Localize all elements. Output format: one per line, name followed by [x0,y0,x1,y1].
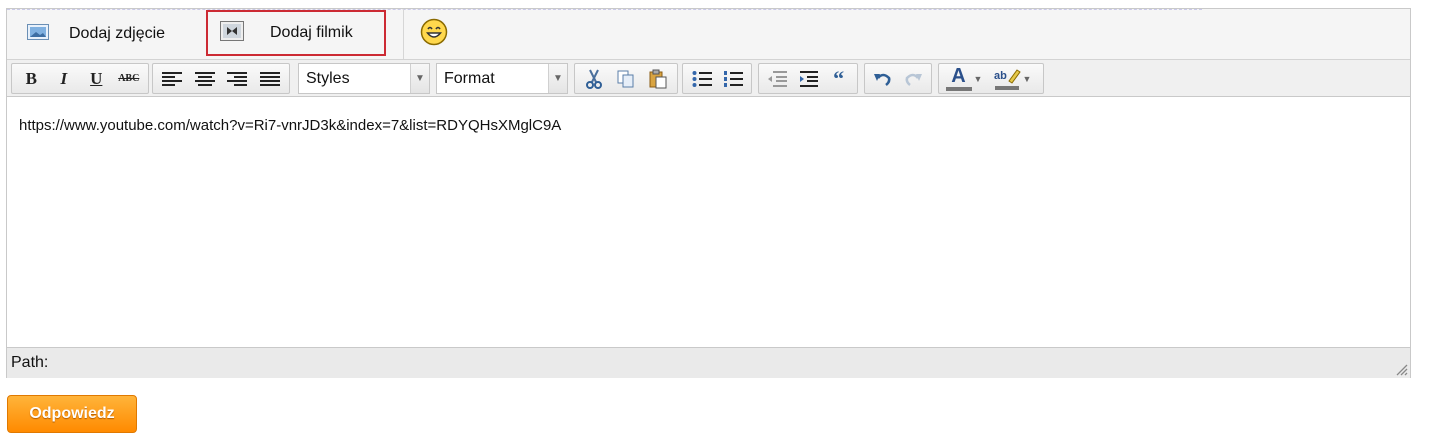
undo-button[interactable] [868,64,898,93]
text-color-glyph: A [951,64,966,87]
indent-button[interactable] [793,64,824,93]
undo-icon [874,73,891,86]
path-label: Path: [11,354,49,371]
add-video-tab[interactable]: Dodaj filmik [206,10,386,56]
copy-icon [617,70,634,87]
bold-button[interactable]: B [15,64,48,93]
highlight-icon: ab [994,68,1021,90]
clipboard-group [574,63,678,94]
align-justify-icon [259,71,280,86]
blockquote-button[interactable]: “ [823,64,854,93]
align-left-icon [162,71,183,86]
emoticon-button[interactable] [417,9,451,59]
chevron-down-icon: ▼ [548,64,567,93]
alignment-group [152,63,290,94]
reply-button[interactable]: Odpowiedz [7,395,137,433]
list-group [682,63,752,94]
smiley-icon [420,18,448,51]
italic-button[interactable]: I [48,64,81,93]
chevron-down-icon: ▼ [1022,73,1032,84]
underline-button[interactable]: U [80,64,113,93]
numbered-list-icon [723,70,743,87]
editor-content[interactable]: https://www.youtube.com/watch?v=Ri7-vnrJ… [7,97,1410,347]
align-right-button[interactable] [221,64,254,93]
redo-icon [905,73,922,86]
image-icon [27,23,49,45]
history-group [864,63,932,94]
film-icon [220,20,244,46]
outdent-button[interactable] [762,64,793,93]
indent-group: “ [758,63,858,94]
format-value: Format [444,69,495,87]
resize-handle-icon[interactable] [1394,362,1408,376]
text-style-group: B I U ABC [11,63,149,94]
align-left-button[interactable] [156,64,189,93]
color-group: A ▼ ab ▼ [938,63,1044,94]
numbered-list-button[interactable] [717,64,748,93]
redo-button[interactable] [898,64,928,93]
scissors-icon [586,69,602,89]
background-color-button[interactable]: ab ▼ [986,64,1038,93]
quote-icon: “ [833,65,845,91]
add-video-label: Dodaj filmik [270,24,353,41]
chevron-down-icon: ▼ [410,64,429,93]
paste-button[interactable] [642,64,674,93]
bulleted-list-button[interactable] [686,64,717,93]
chevron-down-icon: ▼ [973,73,983,84]
text-color-button[interactable]: A ▼ [942,64,986,93]
status-bar: Path: [7,347,1410,378]
media-tabs: Dodaj zdjęcie Dodaj filmik [7,9,1410,59]
strikethrough-button[interactable]: ABC [113,64,146,93]
paste-icon [649,69,667,88]
outdent-icon [768,70,788,87]
text-color-icon: A [945,64,972,91]
align-center-button[interactable] [189,64,222,93]
bulleted-list-icon [692,70,712,87]
indent-icon [800,70,818,87]
justify-button[interactable] [254,64,287,93]
cut-button[interactable] [578,64,610,93]
format-dropdown[interactable]: Format ▼ [436,63,568,94]
add-photo-tab[interactable]: Dodaj zdjęcie [17,9,202,59]
styles-value: Styles [306,69,350,87]
styles-dropdown[interactable]: Styles ▼ [298,63,430,94]
add-photo-label: Dodaj zdjęcie [69,25,166,42]
svg-text:ab: ab [994,70,1007,82]
copy-button[interactable] [610,64,642,93]
align-center-icon [194,71,215,86]
align-right-icon [227,71,248,86]
tab-divider [403,9,404,59]
rich-text-editor: Dodaj zdjęcie Dodaj filmik B I U ABC Sty… [6,8,1411,378]
editor-toolbar: B I U ABC Styles ▼ Format ▼ “ A ▼ ab ▼ [7,59,1410,97]
